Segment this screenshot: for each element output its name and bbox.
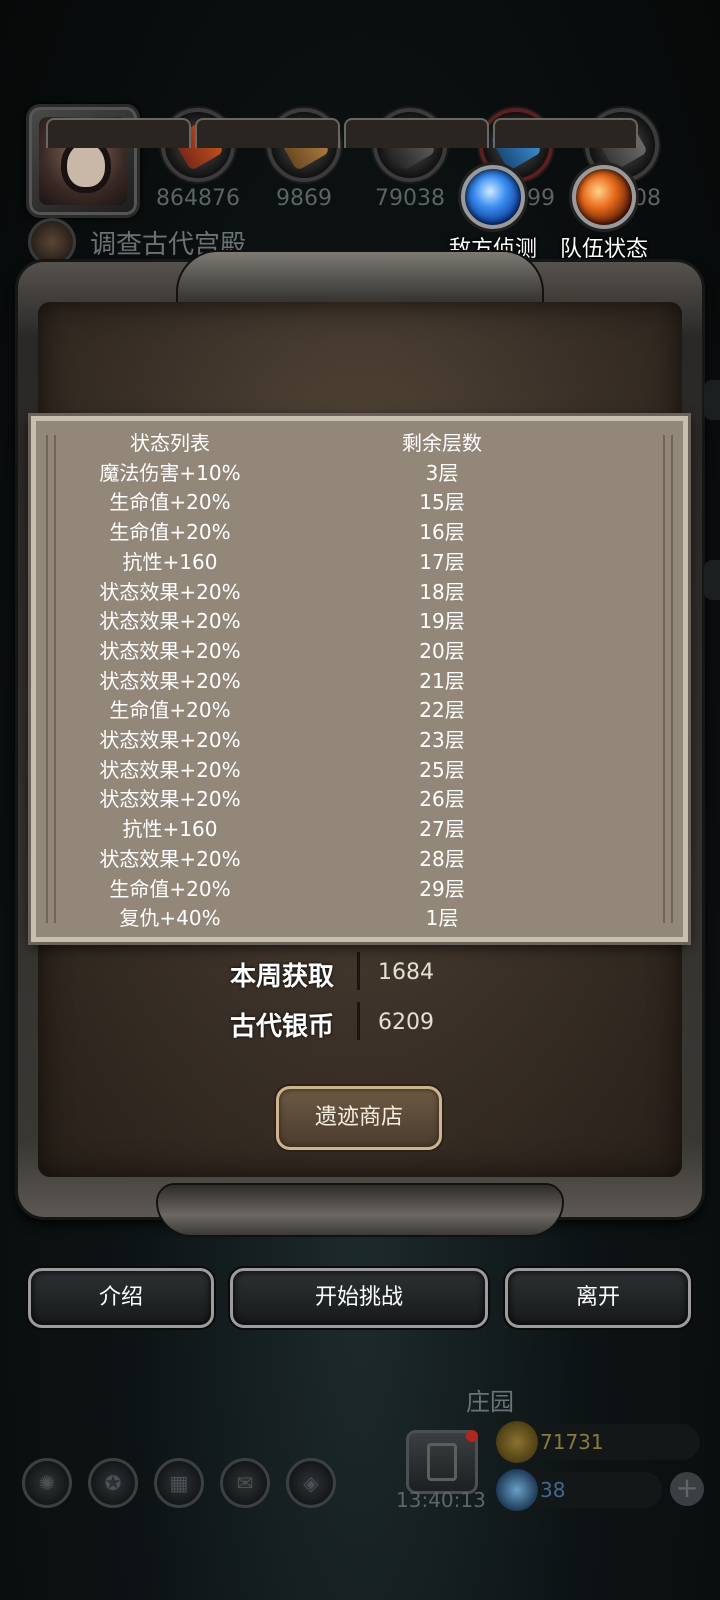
coins-label: 古代银币 — [229, 1012, 334, 1042]
status-name: 状态效果+20% — [99, 787, 241, 812]
tab[interactable] — [493, 118, 638, 148]
status-name: 生命值+20% — [109, 876, 231, 901]
gem-currency: 38 — [496, 1469, 662, 1511]
panel-tabs — [46, 118, 638, 148]
coins-value: 6209 — [378, 1010, 434, 1035]
coins-row: 古代银币 6209 — [0, 1002, 720, 1046]
status-name: 状态效果+20% — [99, 846, 241, 871]
flame-icon — [572, 165, 636, 229]
status-list-header: 状态列表 剩余层数 — [36, 425, 683, 455]
header-status: 状态列表 — [130, 431, 210, 455]
status-row: 状态效果+20% 19层 — [36, 603, 683, 633]
scroll-icon — [28, 218, 76, 266]
gem-value: 38 — [540, 1478, 566, 1502]
status-name: 生命值+20% — [109, 520, 231, 545]
status-layers: 15层 — [419, 490, 465, 515]
status-name: 抗性+160 — [122, 549, 218, 574]
tab[interactable] — [344, 118, 489, 148]
status-layers: 20层 — [419, 638, 465, 663]
status-layers: 23层 — [419, 728, 465, 752]
settings-icon[interactable]: ✺ — [22, 1458, 72, 1508]
ruins-shop-button[interactable]: 遗迹商店 — [276, 1086, 442, 1150]
side-tab[interactable] — [704, 560, 720, 600]
panel-bottom-ornament — [158, 1185, 562, 1235]
team-status-label: 队伍状态 — [559, 237, 648, 262]
divider — [357, 1002, 360, 1040]
mail-icon[interactable]: ✉ — [220, 1458, 270, 1508]
gift-box-button[interactable] — [406, 1430, 478, 1494]
start-challenge-button[interactable]: 开始挑战 — [230, 1268, 488, 1328]
status-row: 生命值+20% 15层 — [36, 484, 683, 514]
bag-icon[interactable]: ◈ — [286, 1458, 336, 1508]
status-layers: 25层 — [419, 757, 465, 782]
status-row: 状态效果+20% 25层 — [36, 752, 683, 782]
book-icon[interactable]: ▦ — [154, 1458, 204, 1508]
status-layers: 1层 — [425, 906, 459, 931]
enemy-scout-button[interactable]: 敌方侦测 — [438, 165, 548, 263]
status-name: 状态效果+20% — [99, 668, 241, 693]
status-row: 抗性+160 17层 — [36, 544, 683, 574]
status-layers: 29层 — [419, 876, 465, 901]
header-layers: 剩余层数 — [402, 431, 482, 455]
status-layers: 19层 — [419, 609, 465, 634]
star-icon[interactable]: ✪ — [88, 1458, 138, 1508]
status-row: 生命值+20% 16层 — [36, 514, 683, 544]
radar-icon — [461, 165, 525, 229]
status-name: 状态效果+20% — [99, 757, 241, 782]
gold-value: 71731 — [540, 1430, 604, 1454]
gift-icon — [427, 1443, 457, 1481]
side-tab[interactable] — [704, 380, 720, 420]
status-layers: 3层 — [425, 460, 459, 485]
status-layers: 17层 — [419, 549, 465, 574]
gold-coin-icon — [496, 1421, 538, 1463]
resource-value: 9869 — [276, 186, 332, 211]
status-row: 状态效果+20% 23层 — [36, 722, 683, 752]
status-name: 状态效果+20% — [99, 609, 241, 634]
status-row: 状态效果+20% 21层 — [36, 663, 683, 693]
status-name: 魔法伤害+10% — [99, 460, 241, 485]
status-row: 状态效果+20% 26层 — [36, 781, 683, 811]
status-row: 复仇+40% 1层 — [36, 900, 683, 930]
status-layers: 27层 — [419, 817, 465, 842]
manor-label: 庄园 — [466, 1388, 514, 1416]
status-row: 生命值+20% 22层 — [36, 692, 683, 722]
add-gems-button[interactable]: + — [670, 1472, 704, 1506]
resource-value: 864876 — [156, 186, 240, 211]
status-name: 状态效果+20% — [99, 579, 241, 604]
gift-timer: 13:40:13 — [396, 1488, 486, 1512]
status-row: 生命值+20% 29层 — [36, 871, 683, 901]
status-name: 抗性+160 — [122, 817, 218, 842]
weekly-value: 1684 — [378, 960, 434, 985]
status-name: 状态效果+20% — [99, 728, 241, 752]
leave-button[interactable]: 离开 — [505, 1268, 691, 1328]
gold-currency: 71731 — [496, 1421, 700, 1463]
gem-icon — [496, 1469, 538, 1511]
status-name: 生命值+20% — [109, 490, 231, 515]
weekly-label: 本周获取 — [229, 962, 334, 992]
status-row: 状态效果+20% 18层 — [36, 574, 683, 604]
intro-button[interactable]: 介绍 — [28, 1268, 214, 1328]
divider — [357, 952, 360, 990]
status-layers: 21层 — [419, 668, 465, 693]
status-layers: 18层 — [419, 579, 465, 604]
status-name: 复仇+40% — [119, 906, 221, 931]
status-row: 魔法伤害+10% 3层 — [36, 455, 683, 485]
tab[interactable] — [195, 118, 340, 148]
status-row: 抗性+160 27层 — [36, 811, 683, 841]
status-row: 状态效果+20% 20层 — [36, 633, 683, 663]
status-layers: 26层 — [419, 787, 465, 812]
status-name: 状态效果+20% — [99, 638, 241, 663]
status-list-popup[interactable]: 状态列表 剩余层数 魔法伤害+10% 3层 生命值+20% 15层 生命值+20% 16层… — [31, 416, 688, 942]
status-layers: 28层 — [419, 846, 465, 871]
status-name: 生命值+20% — [109, 698, 231, 723]
team-status-button[interactable]: 队伍状态 — [549, 165, 659, 263]
status-layers: 22层 — [419, 698, 465, 723]
notification-dot — [466, 1430, 478, 1442]
status-row: 状态效果+20% 28层 — [36, 841, 683, 871]
weekly-row: 本周获取 1684 — [0, 952, 720, 996]
status-layers: 16层 — [419, 520, 465, 545]
tab[interactable] — [46, 118, 191, 148]
